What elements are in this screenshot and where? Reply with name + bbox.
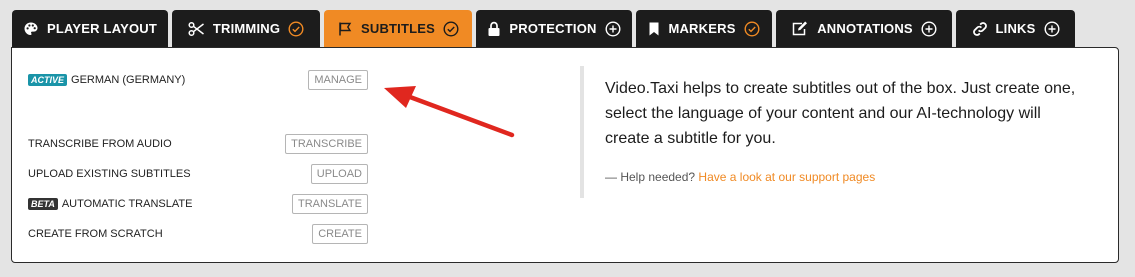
subtitles-panel: ACTIVE GERMAN (GERMANY) MANAGE TRANSCRIB… xyxy=(11,47,1119,263)
action-row-create: CREATE FROM SCRATCH CREATE xyxy=(28,224,368,244)
translate-button[interactable]: TRANSLATE xyxy=(292,194,368,214)
bookmark-icon xyxy=(648,21,660,37)
check-circle-icon xyxy=(443,20,459,37)
action-row-upload: UPLOAD EXISTING SUBTITLES UPLOAD xyxy=(28,164,368,184)
active-badge: ACTIVE xyxy=(28,74,68,86)
tab-label: SUBTITLES xyxy=(360,21,436,36)
red-arrow-annotation xyxy=(384,86,515,138)
beta-badge: BETA xyxy=(28,198,58,210)
palette-icon xyxy=(23,21,39,37)
language-name: GERMAN (GERMANY) xyxy=(71,74,186,86)
help-line: — Help needed? Have a look at our suppor… xyxy=(605,170,875,184)
action-label: TRANSCRIBE FROM AUDIO xyxy=(28,138,172,150)
transcribe-button[interactable]: TRANSCRIBE xyxy=(285,134,368,154)
manage-button[interactable]: MANAGE xyxy=(308,70,368,90)
tab-markers[interactable]: MARKERS xyxy=(636,10,772,47)
check-circle-icon xyxy=(288,20,304,37)
active-subtitle-label: ACTIVE GERMAN (GERMANY) xyxy=(28,74,185,86)
help-prefix: — Help needed? xyxy=(605,170,696,184)
flag-icon xyxy=(337,21,353,37)
tab-label: PROTECTION xyxy=(509,21,597,36)
divider xyxy=(580,66,584,198)
plus-circle-icon xyxy=(921,20,937,37)
tab-label: PLAYER LAYOUT xyxy=(47,21,157,36)
tab-protection[interactable]: PROTECTION xyxy=(476,10,632,47)
action-row-translate: BETA AUTOMATIC TRANSLATE TRANSLATE xyxy=(28,194,368,214)
info-text: Video.Taxi helps to create subtitles out… xyxy=(605,80,1076,147)
link-icon xyxy=(972,21,988,37)
tab-label: LINKS xyxy=(995,21,1036,36)
tab-links[interactable]: LINKS xyxy=(956,10,1075,47)
tab-trimming[interactable]: TRIMMING xyxy=(172,10,320,47)
create-button[interactable]: CREATE xyxy=(312,224,368,244)
plus-circle-icon xyxy=(1043,20,1060,37)
active-subtitle-row: ACTIVE GERMAN (GERMANY) MANAGE xyxy=(28,70,368,90)
action-label: UPLOAD EXISTING SUBTITLES xyxy=(28,168,191,180)
scissors-icon xyxy=(188,21,205,37)
tab-label: TRIMMING xyxy=(212,21,281,36)
upload-button[interactable]: UPLOAD xyxy=(310,164,368,184)
lock-icon xyxy=(487,21,501,37)
tab-label: ANNOTATIONS xyxy=(817,21,913,36)
tab-player-layout[interactable]: PLAYER LAYOUT xyxy=(12,10,168,47)
action-label: CREATE FROM SCRATCH xyxy=(28,228,163,240)
support-pages-link[interactable]: Have a look at our support pages xyxy=(698,170,875,184)
tab-subtitles[interactable]: SUBTITLES xyxy=(324,10,472,47)
tab-bar: PLAYER LAYOUT TRIMMING SUBTITLES PROTECT… xyxy=(12,10,1075,47)
action-label-with-badge: BETA AUTOMATIC TRANSLATE xyxy=(28,198,192,210)
plus-circle-icon xyxy=(605,20,621,37)
edit-icon xyxy=(791,21,809,37)
action-row-transcribe: TRANSCRIBE FROM AUDIO TRANSCRIBE xyxy=(28,134,368,154)
tab-label: MARKERS xyxy=(668,21,736,36)
tab-annotations[interactable]: ANNOTATIONS xyxy=(776,10,952,47)
check-circle-icon xyxy=(744,20,760,37)
action-label: AUTOMATIC TRANSLATE xyxy=(61,198,193,210)
